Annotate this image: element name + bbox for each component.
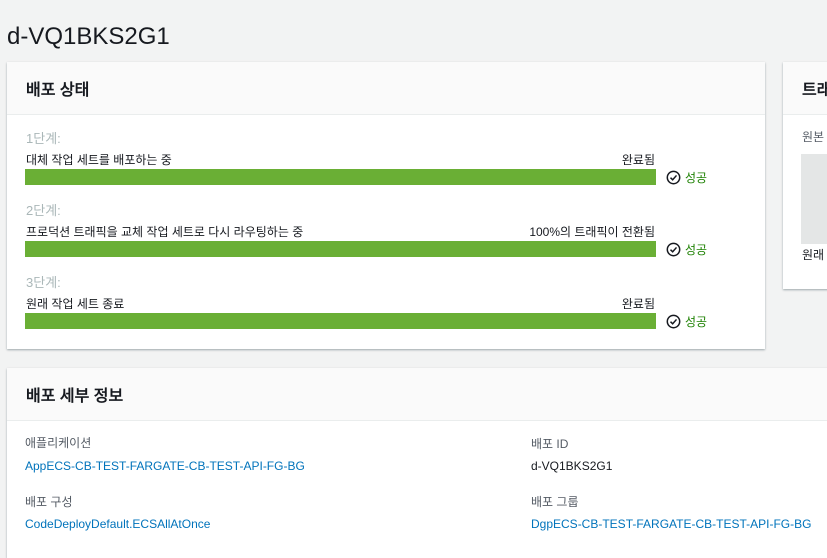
step-3-progress-bar [25, 313, 656, 329]
deployment-status-panel: 배포 상태 1단계: 대체 작업 세트를 배포하는 중 완료됨 성공 2단계: … [7, 62, 765, 349]
step-2-progress-bar [25, 241, 656, 257]
deployment-group-label: 배포 그룹 [531, 495, 579, 509]
step-1-description: 대체 작업 세트를 배포하는 중 [26, 153, 172, 167]
check-circle-icon [666, 170, 681, 185]
panel-header: 배포 상태 [7, 62, 765, 115]
step-2-status: 100%의 트래픽이 전환됨 [529, 225, 655, 239]
page-title: d-VQ1BKS2G1 [7, 23, 170, 51]
panel-title: 트래 [802, 82, 827, 99]
result-text: 성공 [685, 315, 708, 329]
step-2-result: 성공 [666, 241, 707, 258]
step-1-result: 성공 [666, 169, 707, 186]
check-circle-icon [666, 242, 681, 257]
step-2-description: 프로덕션 트래픽을 교체 작업 세트로 다시 라우팅하는 중 [26, 225, 304, 239]
application-link[interactable]: AppECS-CB-TEST-FARGATE-CB-TEST-API-FG-BG [25, 459, 305, 473]
step-3-progress-fill [25, 313, 656, 329]
panel-header: 배포 세부 정보 [7, 368, 827, 421]
deployment-config-link[interactable]: CodeDeployDefault.ECSAllAtOnce [25, 517, 210, 531]
step-3-label: 3단계: [26, 275, 61, 290]
step-3-result: 성공 [666, 313, 707, 330]
deployment-group-link[interactable]: DgpECS-CB-TEST-FARGATE-CB-TEST-API-FG-BG [531, 517, 811, 531]
deployment-config-label: 배포 구성 [25, 495, 73, 509]
step-1-progress-fill [25, 169, 656, 185]
traffic-graphic [801, 154, 827, 244]
deployment-id-label: 배포 ID [531, 437, 569, 451]
traffic-panel: 트래 원본 원래 [783, 62, 827, 289]
step-1-status: 완료됨 [621, 153, 655, 167]
panel-title: 배포 상태 [26, 82, 90, 99]
step-2-progress-fill [25, 241, 656, 257]
step-1-label: 1단계: [26, 131, 61, 146]
step-2-label: 2단계: [26, 203, 61, 218]
check-circle-icon [666, 314, 681, 329]
result-text: 성공 [685, 243, 708, 257]
panel-title: 배포 세부 정보 [26, 388, 124, 405]
panel-header: 트래 [783, 62, 827, 115]
result-text: 성공 [685, 171, 708, 185]
step-3-status: 완료됨 [621, 297, 655, 311]
deployment-id-value: d-VQ1BKS2G1 [531, 459, 613, 473]
step-1-progress-bar [25, 169, 656, 185]
original-footer: 원래 [802, 248, 825, 262]
application-label: 애플리케이션 [25, 436, 92, 450]
deployment-details-panel: 배포 세부 정보 애플리케이션 AppECS-CB-TEST-FARGATE-C… [7, 368, 827, 558]
original-label: 원본 [802, 130, 825, 144]
step-3-description: 원래 작업 세트 종료 [26, 297, 125, 311]
